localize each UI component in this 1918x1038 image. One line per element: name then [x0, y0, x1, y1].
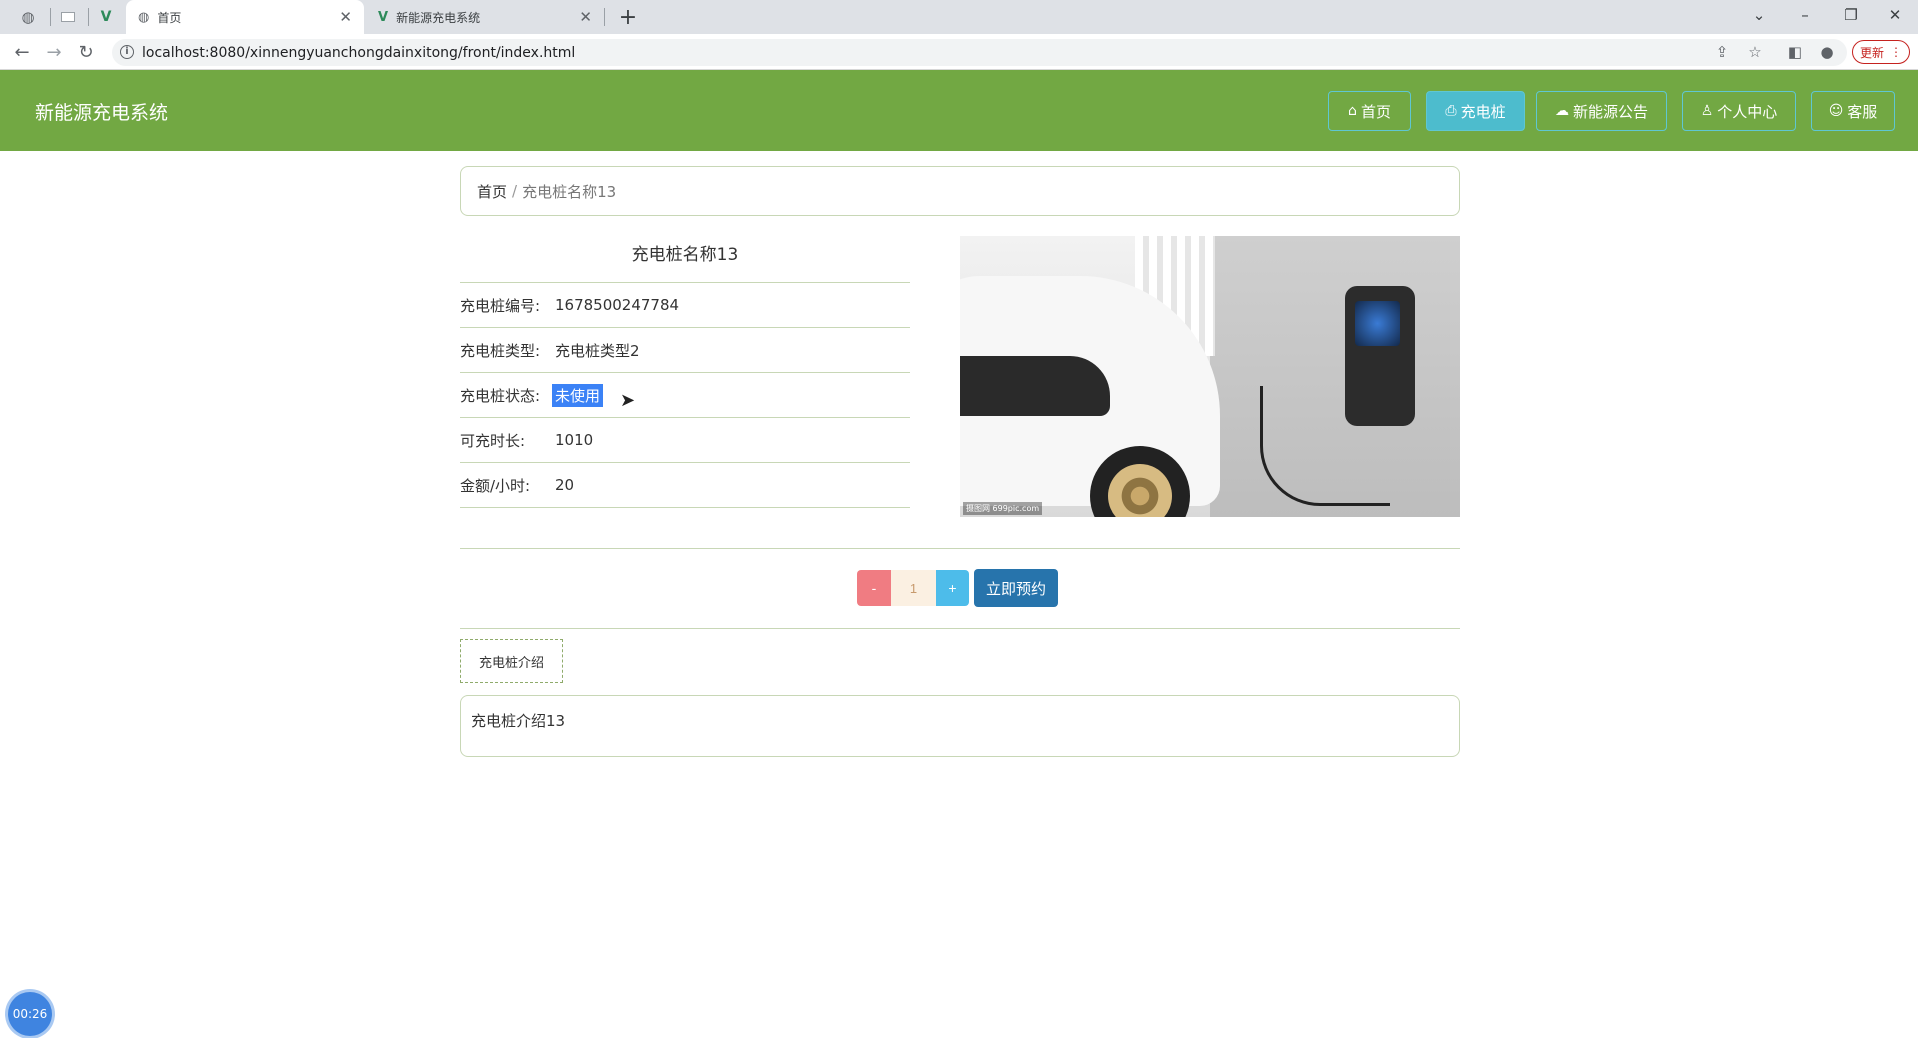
nav-label: 个人中心 [1717, 102, 1778, 121]
info-value: 1010 [555, 431, 594, 449]
info-row-price: 金额/小时: 20 [460, 462, 910, 507]
nav-support-button[interactable]: ☺ 客服 [1811, 91, 1895, 131]
detail-title: 充电桩名称13 [631, 245, 739, 265]
info-label: 充电桩类型: [460, 341, 541, 360]
info-row-code: 充电桩编号: 1678500247784 [460, 282, 910, 327]
user-icon: ♙ [1700, 103, 1714, 119]
divider [460, 548, 1460, 549]
page-icon [61, 12, 75, 22]
info-row-duration: 可充时长: 1010 [460, 417, 910, 462]
url-text: localhost:8080/xinnengyuanchongdainxiton… [142, 44, 576, 61]
breadcrumb-current: 充电桩名称13 [522, 182, 617, 201]
arrow-right-icon: → [46, 41, 62, 63]
reload-button[interactable]: ↻ [74, 40, 98, 64]
side-panel-icon: ◧ [1787, 43, 1803, 61]
restore-icon: ❐ [1844, 6, 1858, 24]
info-label: 金额/小时: [460, 476, 531, 495]
close-icon[interactable]: ✕ [579, 8, 592, 26]
info-icon[interactable]: i [120, 45, 134, 59]
charger-icon: ⎙ [1445, 103, 1457, 119]
info-row-status: 充电桩状态: 未使用 [460, 372, 910, 417]
globe-icon: ◍ [138, 9, 150, 25]
tab-search-button[interactable]: ⌄ [1736, 0, 1782, 30]
quantity-input[interactable] [891, 570, 936, 606]
book-now-button[interactable]: 立即预约 [974, 569, 1058, 607]
close-window-button[interactable]: ✕ [1872, 0, 1918, 30]
tab-separator [604, 8, 605, 26]
minimize-button[interactable]: – [1782, 0, 1828, 30]
share-button[interactable]: ⇪ [1710, 40, 1734, 64]
info-row-type: 充电桩类型: 充电桩类型2 [460, 327, 910, 372]
tab-charger-intro[interactable]: 充电桩介绍 [460, 639, 563, 683]
share-icon: ⇪ [1715, 43, 1729, 61]
status-value-selected: 未使用 [552, 383, 604, 407]
photo-charger-screen [1355, 301, 1400, 346]
nav-user-center-button[interactable]: ♙ 个人中心 [1682, 91, 1796, 131]
nav-label: 新能源公告 [1572, 102, 1648, 121]
bookmark-button[interactable]: ☆ [1743, 40, 1767, 64]
reload-icon: ↻ [78, 41, 94, 63]
info-label: 充电桩状态: [460, 386, 541, 405]
minimize-icon: – [1801, 6, 1809, 24]
info-value: 1678500247784 [555, 296, 680, 314]
nav-label: 充电桩 [1460, 102, 1506, 121]
info-label: 充电桩编号: [460, 296, 541, 315]
announcement-icon: ☁ [1554, 103, 1569, 119]
photo-car-window [960, 356, 1110, 416]
arrow-left-icon: ← [14, 41, 30, 63]
site-title: 新能源充电系统 [35, 102, 169, 124]
address-bar[interactable]: i localhost:8080/xinnengyuanchongdainxit… [112, 39, 1847, 66]
intro-content: 充电桩介绍13 [460, 695, 1460, 757]
forward-button[interactable]: → [42, 40, 66, 64]
tab-home[interactable]: ◍ 首页 ✕ [126, 0, 364, 34]
tab-title: 首页 [157, 10, 182, 25]
info-value: 20 [555, 476, 575, 494]
info-bottom-line [460, 507, 910, 508]
close-icon[interactable]: ✕ [339, 8, 352, 26]
breadcrumb-home-link[interactable]: 首页 [477, 181, 507, 202]
close-icon: ✕ [1888, 6, 1902, 24]
plus-icon: + [618, 4, 638, 30]
breadcrumb: 首页 / 充电桩名称13 [460, 166, 1460, 216]
chevron-down-icon: ⌄ [1752, 6, 1766, 24]
browser-tab-bar: ◍ V ◍ 首页 ✕ V 新能源充电系统 ✕ + ⌄ – ❐ ✕ [0, 0, 1918, 34]
more-icon: ⋮ [1890, 45, 1902, 59]
info-label: 可充时长: [460, 431, 526, 450]
mouse-cursor-icon: ➤ [620, 390, 636, 411]
browser-toolbar: ← → ↻ i localhost:8080/xinnengyuanchongd… [0, 34, 1918, 70]
new-tab-button[interactable]: + [614, 3, 642, 31]
tab-charging-system[interactable]: V 新能源充电系统 ✕ [366, 0, 604, 34]
quantity-increase-button[interactable]: + [936, 570, 969, 606]
pinned-tab-vue[interactable]: V [88, 4, 124, 30]
breadcrumb-separator: / [512, 182, 518, 200]
divider [460, 628, 1460, 629]
pinned-tab-blank[interactable] [50, 4, 86, 30]
recording-timer[interactable]: 00:26 [8, 992, 52, 1036]
photo-watermark: 摄图网 699pic.com [963, 502, 1043, 515]
tab-title: 新能源充电系统 [396, 10, 481, 25]
star-icon: ☆ [1748, 43, 1762, 61]
quantity-decrease-button[interactable]: - [857, 570, 891, 606]
nav-announcement-button[interactable]: ☁ 新能源公告 [1536, 91, 1667, 131]
support-icon: ☺ [1828, 103, 1844, 119]
nav-charger-button[interactable]: ⎙ 充电桩 [1426, 91, 1525, 131]
side-panel-button[interactable]: ◧ [1783, 40, 1807, 64]
pinned-tab-globe[interactable]: ◍ [10, 4, 46, 30]
nav-label: 客服 [1847, 102, 1878, 121]
home-icon: ⌂ [1348, 103, 1357, 119]
vue-logo-icon: V [100, 9, 112, 25]
globe-icon: ◍ [21, 8, 35, 26]
vue-logo-icon: V [378, 9, 389, 25]
avatar-icon: ● [1820, 43, 1834, 61]
profile-button[interactable]: ● [1815, 40, 1839, 64]
nav-label: 首页 [1360, 102, 1391, 121]
restore-button[interactable]: ❐ [1828, 0, 1874, 30]
info-value: 充电桩类型2 [555, 341, 640, 360]
update-label: 更新 [1859, 45, 1884, 60]
charger-photo: 摄图网 699pic.com [960, 236, 1460, 517]
nav-home-button[interactable]: ⌂ 首页 [1328, 91, 1411, 131]
back-button[interactable]: ← [10, 40, 34, 64]
update-button[interactable]: 更新 ⋮ [1852, 40, 1910, 64]
site-header: 新能源充电系统 ⌂ 首页 ⎙ 充电桩 ☁ 新能源公告 ♙ 个人中心 ☺ 客服 [0, 70, 1918, 151]
